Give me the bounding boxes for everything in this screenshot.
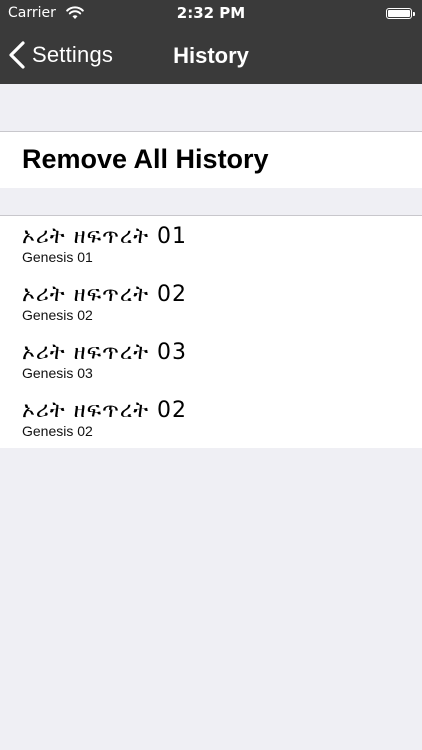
history-item[interactable]: ኦሪት ዘፍጥረት 01 Genesis 01 [0, 216, 422, 274]
history-list: ኦሪት ዘፍጥረት 01 Genesis 01 ኦሪት ዘፍጥረት 02 Gen… [0, 215, 422, 448]
history-item-subtitle: Genesis 01 [22, 249, 93, 265]
battery-icon [386, 8, 415, 19]
history-item-title: ኦሪት ዘፍጥረት 02 [22, 282, 188, 307]
history-item-subtitle: Genesis 02 [22, 307, 93, 323]
navigation-bar: Settings History [0, 27, 422, 84]
remove-all-history-button[interactable]: Remove All History [22, 144, 269, 175]
history-item-subtitle: Genesis 03 [22, 365, 93, 381]
history-item-title: ኦሪት ዘፍጥረት 02 [22, 398, 188, 423]
history-item[interactable]: ኦሪት ዘፍጥረት 02 Genesis 02 [0, 274, 422, 332]
remove-history-section: Remove All History [0, 131, 422, 188]
page-title: History [173, 43, 249, 68]
status-bar: Carrier 2:32 PM [0, 0, 422, 27]
history-item-title: ኦሪት ዘፍጥረት 01 [22, 224, 188, 249]
history-item[interactable]: ኦሪት ዘፍጥረት 02 Genesis 02 [0, 390, 422, 448]
history-item[interactable]: ኦሪት ዘፍጥረት 03 Genesis 03 [0, 332, 422, 390]
history-item-title: ኦሪት ዘፍጥረት 03 [22, 340, 188, 365]
status-time: 2:32 PM [176, 4, 246, 22]
history-item-subtitle: Genesis 02 [22, 423, 93, 439]
